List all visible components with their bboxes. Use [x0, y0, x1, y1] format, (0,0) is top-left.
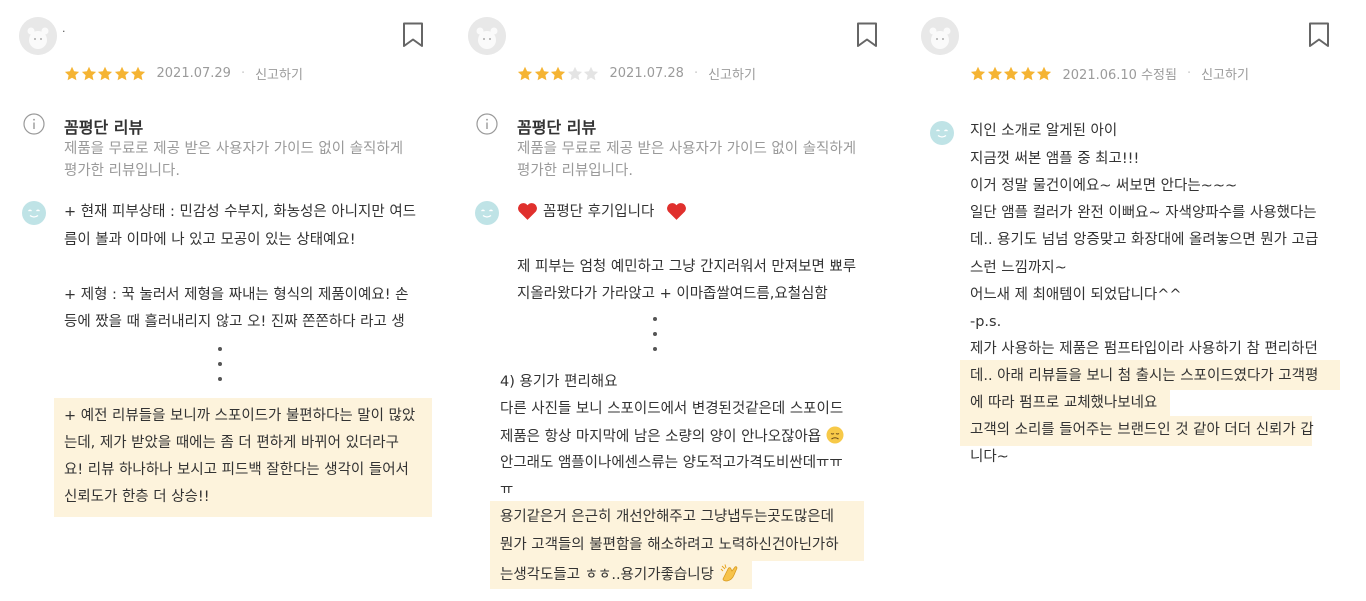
review-text-line: 4) 용기가 편리해요: [500, 374, 618, 390]
review-face-icon: [475, 201, 499, 225]
notice-desc-line: 제품을 무료로 제공 받은 사용자가 가이드 없이 솔직하게: [517, 141, 857, 157]
ellipsis-vertical-icon: [217, 347, 223, 392]
star-icon: [970, 66, 986, 80]
review-text-line: + 예전 리뷰들을 보니까 스포이드가 불편하다는 말이 많았: [64, 408, 416, 424]
review-text-line: 데.. 용기도 넘넘 앙증맞고 화장대에 올려놓으면 뭔가 고급: [970, 232, 1319, 248]
info-icon: [23, 113, 45, 135]
review-text-line: 요! 리뷰 하나하나 보시고 피드백 잘한다는 생각이 들어서: [64, 462, 409, 478]
review-text-line: 제품은 항상 마지막에 남은 소량의 양이 안나오잖아욥: [500, 426, 844, 447]
review-date: 2021.06.10 수정됨: [1062, 68, 1177, 83]
review-face-icon: [22, 201, 46, 225]
bookmark-icon[interactable]: [402, 22, 424, 48]
notice-desc-line: 제품을 무료로 제공 받은 사용자가 가이드 없이 솔직하게: [64, 141, 404, 157]
review-text-line: 지올라왔다가 가라앉고 + 이마좁쌀여드름,요철심함: [517, 286, 828, 302]
review-text-line: 는생각도들고 ㅎㅎ..용기가좋습니당: [500, 563, 739, 585]
star-icon: [1036, 66, 1052, 80]
review-text-line: 뭔가 고객들의 불편함을 해소하려고 노력하신건아닌가하: [500, 537, 839, 553]
heart-icon: [518, 203, 537, 220]
username[interactable]: .: [62, 22, 66, 35]
review-text-line: + 제형 : 꾹 눌러서 제형을 짜내는 형식의 제품이예요! 손: [64, 287, 409, 303]
star-icon: [1003, 66, 1019, 80]
review-text-line: 고객의 소리를 들어주는 브랜드인 것 같아 더더 신뢰가 갑: [970, 422, 1314, 438]
review-text-line: 름이 볼과 이마에 나 있고 모공이 있는 상태예요!: [64, 232, 356, 248]
review-card-2: 2021.07.28 · 신고하기 꼼평단 리뷰 제품을 무료로 제공 받은 사…: [455, 0, 905, 601]
report-link[interactable]: 신고하기: [708, 64, 756, 83]
review-text-line: 제가 사용하는 제품은 펌프타입이라 사용하기 참 편리하던: [970, 341, 1318, 357]
review-text: 는생각도들고 ㅎㅎ..용기가좋습니당: [500, 567, 714, 583]
review-text: 제품은 항상 마지막에 남은 소량의 양이 안나오잖아욥: [500, 429, 822, 445]
avatar[interactable]: [468, 17, 506, 55]
avatar-placeholder-icon: [19, 17, 57, 55]
star-rating: [64, 66, 147, 82]
review-text-line: 이거 정말 물건이에요~ 써보면 안다는~~~: [970, 178, 1238, 194]
review-face-icon: [930, 121, 954, 145]
notice-description: 제품을 무료로 제공 받은 사용자가 가이드 없이 솔직하게 평가한 리뷰입니다…: [64, 138, 403, 182]
review-text-line: 제 피부는 엄청 예민하고 그냥 간지러워서 만져보면 뾰루: [517, 259, 857, 275]
report-link[interactable]: 신고하기: [255, 64, 303, 83]
disappointed-face-icon: [826, 426, 844, 444]
bookmark-icon[interactable]: [1308, 22, 1330, 48]
review-text-line: 용기같은거 은근히 개선안해주고 그냥냅두는곳도많은데: [500, 509, 834, 525]
avatar[interactable]: [921, 17, 959, 55]
review-text-line: 일단 앰플 컬러가 완전 이뻐요~ 자색양파수를 사용했다는: [970, 205, 1317, 221]
review-text-line: 데.. 아래 리뷰들을 보니 첨 출시는 스포이드였다가 고객평: [970, 368, 1319, 384]
star-icon: [583, 66, 599, 80]
review-heading: 꼼평단 후기입니다: [543, 204, 655, 220]
star-icon: [97, 66, 113, 80]
review-text-line: ㅠ: [500, 482, 514, 498]
review-text-line: -p.s.: [970, 314, 1002, 330]
star-icon: [550, 66, 566, 80]
review-text-line: 다른 사진들 보니 스포이드에서 변경된것같은데 스포이드: [500, 401, 844, 417]
star-icon: [64, 66, 80, 80]
review-text-line: 등에 짰을 때 흘러내리지 않고 오! 진짜 쫀쫀하다 라고 생: [64, 314, 405, 330]
review-date: 2021.07.28: [609, 66, 684, 81]
avatar-placeholder-icon: [468, 17, 506, 55]
review-text-line: 스런 느낌까지~: [970, 260, 1067, 276]
notice-desc-line: 평가한 리뷰입니다.: [517, 163, 633, 179]
clapping-hands-icon: [720, 564, 737, 582]
heart-icon: [667, 203, 686, 220]
report-link[interactable]: 신고하기: [1201, 64, 1249, 83]
notice-desc-line: 평가한 리뷰입니다.: [64, 163, 180, 179]
separator-dot: ·: [693, 66, 699, 81]
notice-title: 꼼평단 리뷰: [64, 118, 144, 137]
avatar[interactable]: [19, 17, 57, 55]
star-icon: [81, 66, 96, 80]
star-icon: [1020, 66, 1035, 80]
review-meta: 2021.06.10 수정됨 · 신고하기: [970, 64, 1249, 83]
review-card-3: 2021.06.10 수정됨 · 신고하기 지인 소개로 알게된 아이 지금껏 …: [910, 0, 1366, 601]
separator-dot: ·: [1186, 66, 1192, 81]
review-card-1: . 2021.07.29 · 신고하기 꼼평단 리뷰 제품을 무료로 제공 받은…: [0, 0, 450, 601]
review-date: 2021.07.29: [156, 66, 231, 81]
review-text-line: 지금껏 써본 앰플 중 최고!!!: [970, 151, 1140, 167]
avatar-placeholder-icon: [921, 17, 959, 55]
review-meta: 2021.07.28 · 신고하기: [517, 64, 756, 83]
star-rating: [517, 66, 600, 82]
review-text-line: 는데, 제가 받았을 때에는 좀 더 편하게 바뀌어 있더라구: [64, 435, 399, 451]
review-text-line: 어느새 제 최애템이 되었답니다^^: [970, 287, 1182, 303]
review-text-line: 니다~: [970, 449, 1009, 465]
star-rating: [970, 66, 1053, 82]
review-text-line: 신뢰도가 한층 더 상승!!: [64, 489, 210, 505]
star-icon: [517, 66, 533, 80]
review-text-line: + 현재 피부상태 : 민감성 수부지, 화농성은 아니지만 여드: [64, 204, 416, 220]
star-icon: [987, 66, 1002, 80]
review-text-line: 지인 소개로 알게된 아이: [970, 123, 1118, 139]
notice-title: 꼼평단 리뷰: [517, 118, 597, 137]
star-icon: [567, 66, 582, 80]
star-icon: [534, 66, 549, 80]
separator-dot: ·: [240, 66, 246, 81]
ellipsis-vertical-icon: [652, 317, 658, 362]
info-icon: [476, 113, 498, 135]
bookmark-icon[interactable]: [856, 22, 878, 48]
notice-description: 제품을 무료로 제공 받은 사용자가 가이드 없이 솔직하게 평가한 리뷰입니다…: [517, 138, 856, 182]
star-icon: [130, 66, 146, 80]
star-icon: [114, 66, 129, 80]
review-text-line: 에 따라 펌프로 교체했나보네요: [970, 395, 1158, 411]
review-text-line: 안그래도 앰플이나에센스류는 양도적고가격도비싼데ㅠㅠ: [500, 455, 843, 471]
review-meta: 2021.07.29 · 신고하기: [64, 64, 303, 83]
